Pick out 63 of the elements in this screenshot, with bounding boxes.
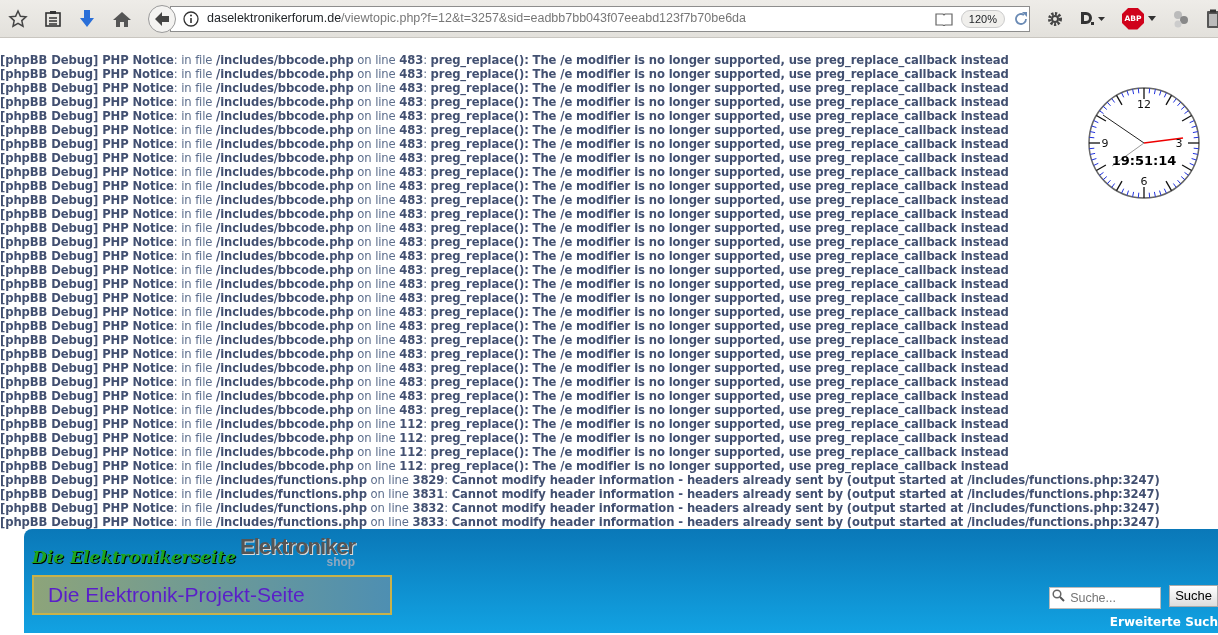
debug-notice: [phpBB Debug] PHP Notice: in file /includes/bbcode.php on line 483: preg_replace(): The /e modifier is no longer supported, use preg_replace_callback instead [0,53,1009,67]
clipboard-icon[interactable] [1206,8,1218,29]
search-field[interactable]: Suche... [1049,587,1162,609]
extension-icon[interactable] [1080,9,1106,28]
home-icon[interactable] [112,9,132,28]
debug-notice: [phpBB Debug] PHP Notice: in file /includes/bbcode.php on line 483: preg_replace(): The /e modifier is no longer supported, use preg_replace_callback instead [0,193,1009,207]
address-bar[interactable]: daselektronikerforum.de/viewtopic.php?f=12&t=3257&sid=eadbb7bb043f07eeabd123f7b70be6da 120% [170,5,1030,32]
shop-logo[interactable]: Elektroniker [240,537,356,557]
download-icon[interactable] [78,8,96,29]
debug-notice: [phpBB Debug] PHP Notice: in file /includes/bbcode.php on line 483: preg_replace(): The /e modifier is no longer supported, use preg_replace_callback instead [0,165,1009,179]
advanced-search-link[interactable]: Erweiterte Such [1109,613,1218,631]
debug-notice: [phpBB Debug] PHP Notice: in file /includes/functions.php on line 3833: Cannot modify header information - headers already sent by (output started at /includes/functions.php:3247) [0,515,1160,529]
bubbles-icon[interactable] [1172,9,1190,28]
clock-time: 19:51:14 [1111,153,1177,168]
reader-view-icon[interactable] [934,11,953,26]
debug-notice: [phpBB Debug] PHP Notice: in file /includes/functions.php on line 3829: Cannot modify header information - headers already sent by (output started at /includes/functions.php:3247) [0,473,1160,487]
project-logo[interactable]: Die Elektronik-Projekt-Seite [32,574,392,615]
clock-numeral: 3 [1175,137,1183,150]
debug-notice: [phpBB Debug] PHP Notice: in file /includes/bbcode.php on line 483: preg_replace(): The /e modifier is no longer supported, use preg_replace_callback instead [0,151,1009,165]
clock-numeral: 6 [1140,175,1148,188]
debug-notice: [phpBB Debug] PHP Notice: in file /includes/bbcode.php on line 483: preg_replace(): The /e modifier is no longer supported, use preg_replace_callback instead [0,277,1009,291]
debug-notice: [phpBB Debug] PHP Notice: in file /includes/bbcode.php on line 483: preg_replace(): The /e modifier is no longer supported, use preg_replace_callback instead [0,347,1009,361]
dropdown-caret-icon[interactable] [1148,16,1156,21]
clock-numeral: 9 [1101,137,1109,150]
debug-notice: [phpBB Debug] PHP Notice: in file /includes/bbcode.php on line 483: preg_replace(): The /e modifier is no longer supported, use preg_replace_callback instead [0,361,1009,375]
debug-notice: [phpBB Debug] PHP Notice: in file /includes/bbcode.php on line 112: preg_replace(): The /e modifier is no longer supported, use preg_replace_callback instead [0,459,1009,473]
star-icon[interactable] [8,8,28,29]
debug-notice: [phpBB Debug] PHP Notice: in file /includes/bbcode.php on line 483: preg_replace(): The /e modifier is no longer supported, use preg_replace_callback instead [0,263,1009,277]
debug-notice: [phpBB Debug] PHP Notice: in file /includes/bbcode.php on line 483: preg_replace(): The /e modifier is no longer supported, use preg_replace_callback instead [0,375,1009,389]
debug-notice: [phpBB Debug] PHP Notice: in file /includes/bbcode.php on line 483: preg_replace(): The /e modifier is no longer supported, use preg_replace_callback instead [0,235,1009,249]
debug-notice: [phpBB Debug] PHP Notice: in file /includes/bbcode.php on line 483: preg_replace(): The /e modifier is no longer supported, use preg_replace_callback instead [0,179,1009,193]
debug-notice: [phpBB Debug] PHP Notice: in file /includes/bbcode.php on line 483: preg_replace(): The /e modifier is no longer supported, use preg_replace_callback instead [0,137,1009,151]
debug-notice: [phpBB Debug] PHP Notice: in file /includes/functions.php on line 3832: Cannot modify header information - headers already sent by (output started at /includes/functions.php:3247) [0,501,1160,515]
debug-notice: [phpBB Debug] PHP Notice: in file /includes/bbcode.php on line 483: preg_replace(): The /e modifier is no longer supported, use preg_replace_callback instead [0,109,1009,123]
debug-notice: [phpBB Debug] PHP Notice: in file /includes/bbcode.php on line 483: preg_replace(): The /e modifier is no longer supported, use preg_replace_callback instead [0,389,1009,403]
debug-notice: [phpBB Debug] PHP Notice: in file /includes/bbcode.php on line 483: preg_replace(): The /e modifier is no longer supported, use preg_replace_callback instead [0,221,1009,235]
debug-notice: [phpBB Debug] PHP Notice: in file /includes/bbcode.php on line 483: preg_replace(): The /e modifier is no longer supported, use preg_replace_callback instead [0,333,1009,347]
debug-notice: [phpBB Debug] PHP Notice: in file /includes/bbcode.php on line 483: preg_replace(): The /e modifier is no longer supported, use preg_replace_callback instead [0,249,1009,263]
debug-notice: [phpBB Debug] PHP Notice: in file /includes/bbcode.php on line 483: preg_replace(): The /e modifier is no longer supported, use preg_replace_callback instead [0,207,1009,221]
zoom-level[interactable]: 120% [960,9,1005,28]
url-text: daselektronikerforum.de/viewtopic.php?f=12&t=3257&sid=eadbb7bb043f07eeabd123f7b70be6da [207,10,747,28]
gear-icon[interactable] [1046,9,1064,28]
debug-notice: [phpBB Debug] PHP Notice: in file /includes/bbcode.php on line 112: preg_replace(): The /e modifier is no longer supported, use preg_replace_callback instead [0,431,1009,445]
debug-notice: [phpBB Debug] PHP Notice: in file /includes/bbcode.php on line 483: preg_replace(): The /e modifier is no longer supported, use preg_replace_callback instead [0,305,1009,319]
debug-notice: [phpBB Debug] PHP Notice: in file /includes/bbcode.php on line 483: preg_replace(): The /e modifier is no longer supported, use preg_replace_callback instead [0,95,1009,109]
back-button[interactable] [148,4,176,33]
debug-notice: [phpBB Debug] PHP Notice: in file /includes/bbcode.php on line 112: preg_replace(): The /e modifier is no longer supported, use preg_replace_callback instead [0,417,1009,431]
debug-notice: [phpBB Debug] PHP Notice: in file /includes/functions.php on line 3831: Cannot modify header information - headers already sent by (output started at /includes/functions.php:3247) [0,487,1160,501]
debug-notice: [phpBB Debug] PHP Notice: in file /includes/bbcode.php on line 483: preg_replace(): The /e modifier is no longer supported, use preg_replace_callback instead [0,403,1009,417]
search-button[interactable]: Suche [1169,585,1218,607]
reading-list-icon[interactable] [44,9,62,28]
debug-notice: [phpBB Debug] PHP Notice: in file /includes/bbcode.php on line 483: preg_replace(): The /e modifier is no longer supported, use preg_replace_callback instead [0,291,1009,305]
debug-notice: [phpBB Debug] PHP Notice: in file /includes/bbcode.php on line 483: preg_replace(): The /e modifier is no longer supported, use preg_replace_callback instead [0,319,1009,333]
debug-notice: [phpBB Debug] PHP Notice: in file /includes/bbcode.php on line 483: preg_replace(): The /e modifier is no longer supported, use preg_replace_callback instead [0,81,1009,95]
clock-numeral: 12 [1137,98,1151,111]
info-icon [183,10,199,27]
debug-notice: [phpBB Debug] PHP Notice: in file /includes/bbcode.php on line 483: preg_replace(): The /e modifier is no longer supported, use preg_replace_callback instead [0,67,1009,81]
back-arrow-icon [154,10,170,27]
search-icon [1052,589,1066,602]
shop-logo-subtitle[interactable]: shop [240,557,356,567]
reload-icon[interactable] [1013,10,1029,27]
debug-notice: [phpBB Debug] PHP Notice: in file /includes/bbcode.php on line 112: preg_replace(): The /e modifier is no longer supported, use preg_replace_callback instead [0,445,1009,459]
debug-notice: [phpBB Debug] PHP Notice: in file /includes/bbcode.php on line 483: preg_replace(): The /e modifier is no longer supported, use preg_replace_callback instead [0,123,1009,137]
